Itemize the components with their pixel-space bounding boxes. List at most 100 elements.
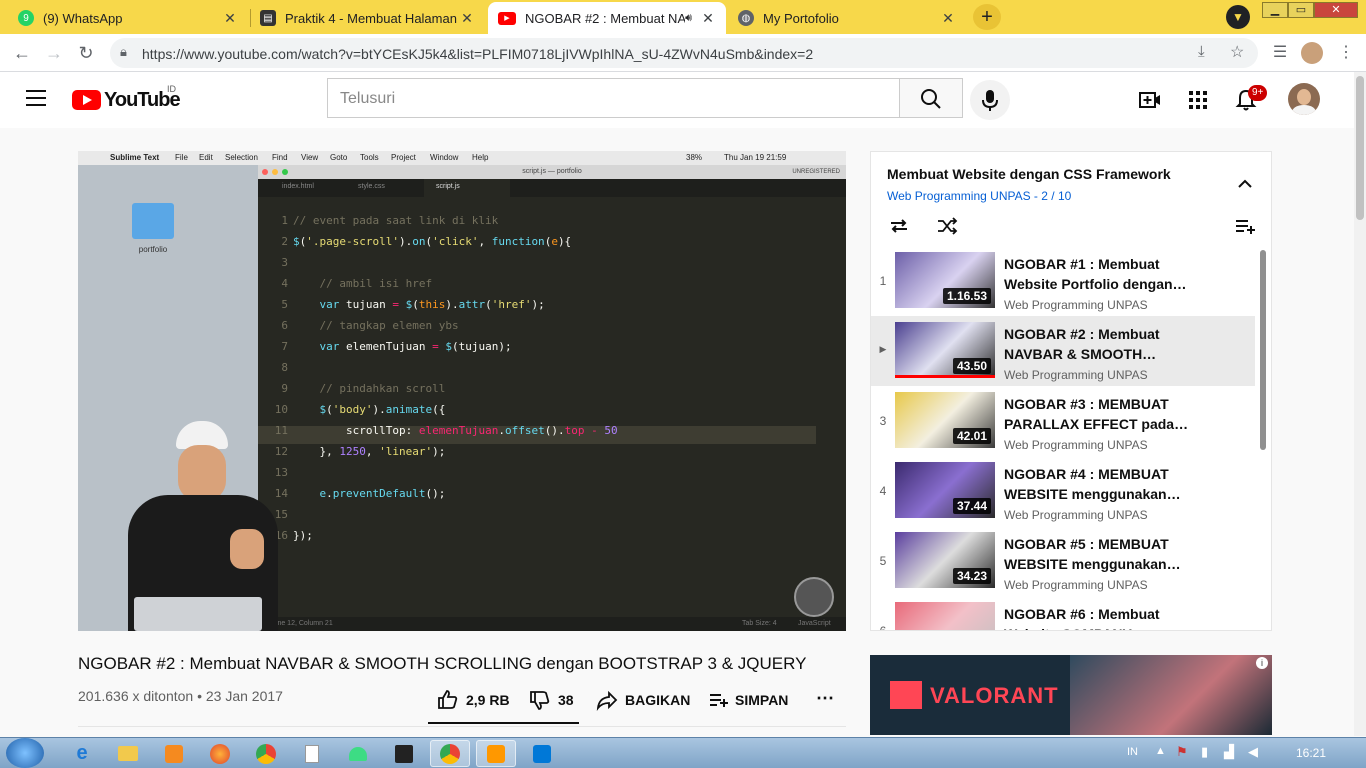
editor-title: script.js — portfolio bbox=[522, 168, 582, 175]
forward-icon[interactable]: → bbox=[42, 41, 66, 65]
divider bbox=[78, 726, 846, 727]
android-studio-icon[interactable] bbox=[338, 740, 378, 767]
unity-icon[interactable] bbox=[384, 740, 424, 767]
region-label: ID bbox=[167, 84, 176, 94]
tab-praktik[interactable]: ▤ Praktik 4 - Membuat Halaman W ✕ bbox=[250, 2, 485, 34]
loop-icon[interactable] bbox=[887, 214, 911, 238]
tab-whatsapp[interactable]: 9 (9) WhatsApp ✕ bbox=[8, 2, 248, 34]
advertisement-banner[interactable]: VALORANT i bbox=[870, 655, 1272, 735]
collapse-chevron-up-icon[interactable] bbox=[1235, 174, 1255, 194]
ie-icon[interactable]: e bbox=[62, 740, 102, 767]
playlist-title[interactable]: Membuat Website dengan CSS Framework bbox=[887, 166, 1171, 182]
editor-tab: index.html bbox=[282, 183, 314, 190]
item-index: 6 bbox=[879, 624, 887, 631]
youtube-icon: ▶ bbox=[498, 11, 516, 25]
menubar-item: Find bbox=[272, 153, 288, 162]
line-number: 3 bbox=[281, 256, 288, 269]
chrome-profile-icon[interactable]: ▼ bbox=[1226, 5, 1250, 29]
menubar-item: View bbox=[301, 153, 319, 162]
video-thumbnail: 43.50 bbox=[895, 322, 995, 378]
playlist-item-current[interactable]: ▶ 43.50 NGOBAR #2 : Membuat NAVBAR & SMO… bbox=[871, 316, 1255, 386]
close-icon[interactable]: ✕ bbox=[940, 10, 956, 27]
item-index: 3 bbox=[879, 414, 887, 428]
search-placeholder: Telusuri bbox=[340, 90, 396, 107]
start-button[interactable] bbox=[6, 738, 44, 768]
line-number: 10 bbox=[274, 403, 288, 416]
speaker-icon[interactable]: 🔊︎ bbox=[685, 12, 692, 25]
ad-info-icon[interactable]: i bbox=[1256, 657, 1268, 669]
install-icon[interactable]: ⤓ bbox=[1198, 43, 1205, 60]
like-button[interactable]: 2,9 RB bbox=[436, 688, 510, 712]
chrome-icon[interactable] bbox=[246, 740, 286, 767]
youtube-logo[interactable]: YouTube ID bbox=[72, 84, 182, 112]
unregistered-label: UNREGISTERED bbox=[792, 169, 840, 175]
menu-dots-icon[interactable]: ⋮ bbox=[1334, 41, 1358, 65]
new-tab-button[interactable]: + bbox=[973, 4, 1001, 30]
status-text: JavaScript bbox=[798, 620, 831, 627]
search-button[interactable] bbox=[899, 78, 963, 118]
tab-title: My Portofolio bbox=[763, 10, 839, 26]
item-index: 1 bbox=[879, 274, 887, 288]
save-button[interactable]: SIMPAN bbox=[707, 688, 788, 712]
lock-icon: 🔒︎ bbox=[120, 44, 127, 59]
menubar-app-name: Sublime Text bbox=[110, 153, 160, 162]
browser-tab-strip: 9 (9) WhatsApp ✕ ▤ Praktik 4 - Membuat H… bbox=[0, 0, 1366, 34]
maximize-button[interactable]: ▭ bbox=[1288, 2, 1314, 18]
close-icon[interactable]: ✕ bbox=[700, 10, 716, 27]
address-bar[interactable]: 🔒︎ https://www.youtube.com/watch?v=btYCE… bbox=[110, 38, 1258, 68]
item-title: NGOBAR #3 : MEMBUAT PARALLAX EFFECT pada… bbox=[1004, 396, 1189, 432]
close-icon[interactable]: ✕ bbox=[222, 10, 238, 27]
bookmark-star-icon[interactable]: ☆ bbox=[1230, 42, 1244, 62]
duration-badge: 43.50 bbox=[952, 358, 991, 374]
profile-avatar[interactable] bbox=[1301, 42, 1323, 64]
duration-badge: 34.23 bbox=[952, 568, 991, 584]
minimize-button[interactable]: ▁ bbox=[1262, 2, 1288, 18]
vscode-icon[interactable] bbox=[522, 740, 562, 767]
apps-grid-icon[interactable] bbox=[1186, 88, 1210, 112]
close-icon[interactable]: ✕ bbox=[459, 10, 475, 27]
window-close-button[interactable]: ✕ bbox=[1314, 2, 1358, 18]
duration-badge: 42.01 bbox=[952, 428, 991, 444]
language-indicator[interactable]: IN bbox=[1127, 746, 1138, 758]
playlist-item[interactable]: 1 1.16.53 NGOBAR #1 : Membuat Website Po… bbox=[871, 246, 1255, 316]
search-input[interactable]: Telusuri bbox=[327, 78, 900, 118]
playlist-add-icon[interactable] bbox=[1233, 214, 1257, 238]
playlist-item[interactable]: 3 42.01 NGOBAR #3 : MEMBUAT PARALLAX EFF… bbox=[871, 386, 1255, 456]
create-video-icon[interactable] bbox=[1138, 88, 1162, 112]
video-player[interactable]: Sublime Text File Edit Selection Find Vi… bbox=[78, 151, 846, 631]
volume-icon[interactable]: ◀︎ bbox=[1248, 744, 1258, 760]
playlist-item[interactable]: 5 34.23 NGOBAR #5 : MEMBUAT WEBSITE meng… bbox=[871, 526, 1255, 596]
explorer-icon[interactable] bbox=[108, 740, 148, 767]
reload-icon[interactable]: ↻ bbox=[74, 41, 98, 65]
playlist-item[interactable]: 6 NGOBAR #6 : Membuat Website COMPANY PR… bbox=[871, 596, 1255, 631]
notepad-icon[interactable] bbox=[292, 740, 332, 767]
back-icon[interactable]: ← bbox=[10, 41, 34, 65]
media-player-icon[interactable] bbox=[154, 740, 194, 767]
tab-youtube[interactable]: ▶ NGOBAR #2 : Membuat NAV 🔊︎ ✕ bbox=[488, 2, 726, 34]
channel-watermark bbox=[794, 577, 834, 617]
chrome-active-icon[interactable] bbox=[430, 740, 470, 767]
editor-tab-active: script.js bbox=[424, 179, 510, 197]
user-avatar[interactable] bbox=[1288, 83, 1320, 115]
reading-list-icon[interactable]: ☰ bbox=[1268, 41, 1292, 65]
voice-search-button[interactable] bbox=[970, 80, 1010, 120]
battery-icon[interactable]: ▮ bbox=[1201, 744, 1208, 760]
hamburger-menu-icon[interactable] bbox=[26, 90, 46, 106]
page-scrollbar[interactable] bbox=[1354, 72, 1366, 736]
tab-portofolio[interactable]: ◍ My Portofolio ✕ bbox=[728, 2, 966, 34]
taskbar-clock[interactable]: 16:21 bbox=[1296, 746, 1326, 760]
line-number: 9 bbox=[281, 382, 288, 395]
notification-badge: 9+ bbox=[1248, 85, 1268, 101]
more-actions-icon[interactable]: ⋯ bbox=[816, 688, 834, 709]
playlist-scrollbar[interactable] bbox=[1260, 250, 1266, 450]
firefox-icon[interactable] bbox=[200, 740, 240, 767]
dislike-button[interactable]: 38 bbox=[528, 688, 574, 712]
playlist-subtitle[interactable]: Web Programming UNPAS - 2 / 10 bbox=[887, 189, 1071, 203]
playlist-item[interactable]: 4 37.44 NGOBAR #4 : MEMBUAT WEBSITE meng… bbox=[871, 456, 1255, 526]
shuffle-icon[interactable] bbox=[935, 214, 959, 238]
tray-expand-icon[interactable]: ▲ bbox=[1155, 745, 1166, 757]
share-button[interactable]: BAGIKAN bbox=[595, 688, 690, 712]
sublime-text-icon[interactable] bbox=[476, 740, 516, 767]
network-warning-icon[interactable]: ⚑ bbox=[1176, 744, 1188, 760]
signal-icon[interactable]: ▟ bbox=[1224, 744, 1234, 760]
